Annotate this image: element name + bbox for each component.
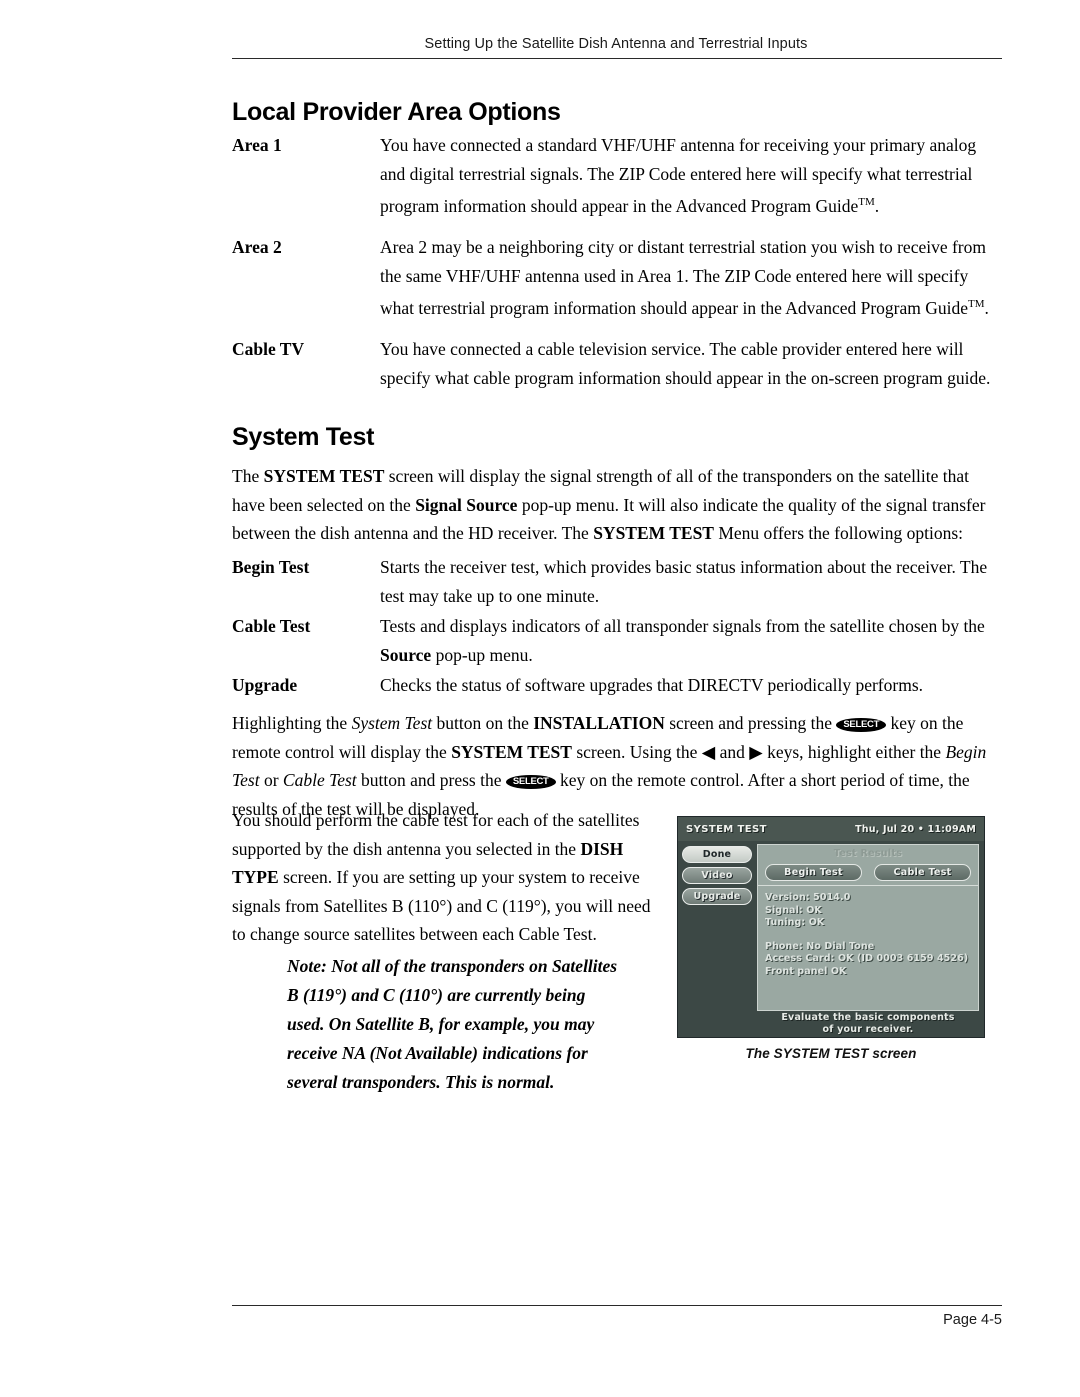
description-area-2-text: Area 2 may be a neighboring city or dist… [380,237,986,318]
description-area-1-tail: . [874,195,880,216]
intro-text-1: The [232,466,264,486]
instr-bold-system-test: SYSTEM TEST [451,741,572,762]
note-line-2: B (119°) and C (110°) are currently bein… [287,981,665,1010]
term-upgrade: Upgrade [232,675,298,695]
note-line-2-text: B (119°) and C (110°) are currently bein… [287,985,586,1005]
definition-row-area-2: Area 2 Area 2 may be a neighboring city … [232,233,1000,322]
tv-tab-begin-test[interactable]: Begin Test [765,864,862,881]
tv-nav-button-done[interactable]: Done [682,846,752,863]
definition-row-area-1: Area 1 You have connected a standard VHF… [232,131,1000,220]
tv-panel-tabs: Begin Test Cable Test [758,864,978,885]
term-cable-tv: Cable TV [232,339,305,359]
intro-bold-system-test-1: SYSTEM TEST [263,466,385,486]
description-upgrade: Checks the status of software upgrades t… [380,675,924,695]
note-line-5: several transponders. This is normal. [287,1072,555,1092]
select-key-badge-1: SELECT [836,718,887,732]
instr-text-8: or [259,770,283,790]
tv-nav-button-upgrade[interactable]: Upgrade [682,888,752,905]
trademark-symbol-area-1: TM [858,196,875,208]
tv-result-front-panel: Front panel OK [765,965,847,977]
arrow-left-icon: ◀ [701,741,716,762]
cable-test-text-2: pop-up menu. [431,644,533,665]
tv-result-tuning: Tuning: OK [765,917,825,928]
section-title-local-provider: Local Provider Area Options [232,98,561,126]
note-line-3-text: used. On Satellite B, for example, you m… [287,1014,595,1034]
instr-text-9: button and press the [356,770,506,790]
footer-divider [232,1305,1002,1306]
cable-test-text-1: Tests and displays indicators of all tra… [380,616,985,636]
tv-result-version: Version: 5014.0 [765,892,851,903]
description-area-2-tail: . [984,297,989,318]
instr-text-2: button on the [432,713,534,733]
tv-result-spacer [765,930,978,941]
description-area-2: Area 2 may be a neighboring city or dist… [380,233,1000,322]
description-begin-test: Starts the receiver test, which provides… [380,557,988,606]
advice-text-2: screen. If you are setting up your syste… [232,867,651,944]
instr-text-3: screen and pressing the [664,713,837,733]
tv-screen: SYSTEM TEST Thu, Jul 20 • 11:09AM Done V… [677,816,985,1038]
section-title-system-test: System Test [232,423,375,451]
term-area-1: Area 1 [232,135,282,155]
document-page: Setting Up the Satellite Dish Antenna an… [0,0,1080,1397]
instr-italic-cable-test: Cable Test [282,770,357,790]
note-line-3: used. On Satellite B, for example, you m… [287,1010,665,1039]
description-area-1-text: You have connected a standard VHF/UHF an… [380,135,977,216]
tv-result-phone: Phone: No Dial Tone [765,940,875,952]
tv-body: Done Video Upgrade Test Results Begin Te… [678,841,984,1037]
note-line-4: receive NA (Not Available) indications f… [287,1039,665,1068]
term-area-2: Area 2 [232,237,282,257]
definition-row-cable-tv: Cable TV You have connected a cable tele… [232,335,1000,392]
tv-left-nav: Done Video Upgrade [682,846,752,909]
note-line-1-text: Note: Not all of the transponders on Sat… [287,956,618,976]
instr-text-6: and [715,741,750,762]
system-test-figure: SYSTEM TEST Thu, Jul 20 • 11:09AM Done V… [677,816,985,1061]
select-key-badge-2: SELECT [505,775,556,789]
system-test-intro-paragraph: The SYSTEM TEST screen will display the … [232,462,1004,548]
tv-result-signal: Signal: OK [765,904,822,916]
description-cable-tv: You have connected a cable television se… [380,339,991,388]
instr-text-7: keys, highlight either the [762,741,946,762]
definition-row-upgrade: Upgrade Checks the status of software up… [232,671,1000,700]
instr-italic-system-test: System Test [351,713,433,733]
intro-bold-system-test-2: SYSTEM TEST [593,523,714,543]
cable-test-advice-paragraph: You should perform the cable test for ea… [232,806,652,949]
tv-footer-line-1: Evaluate the basic components [781,1012,955,1023]
term-begin-test: Begin Test [232,557,310,577]
tv-screen-title: SYSTEM TEST [686,823,767,835]
note-line-1: Note: Not all of the transponders on Sat… [287,952,665,981]
instr-text-5: screen. Using the [571,741,702,762]
tv-result-access-card: Access Card: OK (ID 0003 6159 4526) [765,953,969,964]
intro-text-4: Menu offers the following options: [713,523,964,543]
tv-tab-cable-test[interactable]: Cable Test [874,864,971,881]
trademark-symbol-area-2: TM [968,298,985,310]
figure-caption: The SYSTEM TEST screen [745,1046,917,1061]
tv-clock: Thu, Jul 20 • 11:09AM [855,823,976,835]
tv-footer-line-2: of your receiver. [822,1023,914,1035]
note-line-4-text: receive NA (Not Available) indications f… [287,1043,588,1063]
description-cable-test: Tests and displays indicators of all tra… [380,612,1000,669]
tv-results-text: Version: 5014.0 Signal: OK Tuning: OK Ph… [758,886,978,978]
tv-footer-hint: Evaluate the basic components of your re… [757,1011,979,1036]
description-area-1: You have connected a standard VHF/UHF an… [380,131,1000,220]
definition-row-cable-test: Cable Test Tests and displays indicators… [232,612,1000,669]
arrow-right-icon: ▶ [749,741,763,762]
tv-results-panel: Test Results Begin Test Cable Test Versi… [757,844,979,1011]
page-number: Page 4-5 [943,1312,1002,1328]
tv-panel-header: Test Results [758,845,978,864]
tv-nav-button-video[interactable]: Video [682,867,752,884]
cable-test-bold-source: Source [380,644,432,665]
tv-panel-title: Test Results [833,848,903,859]
note-paragraph: Note: Not all of the transponders on Sat… [287,952,665,1097]
instr-bold-installation: INSTALLATION [533,713,665,733]
definition-row-begin-test: Begin Test Starts the receiver test, whi… [232,553,1000,610]
intro-bold-signal-source: Signal Source [415,494,518,515]
running-header: Setting Up the Satellite Dish Antenna an… [424,36,808,52]
advice-text-1: You should perform the cable test for ea… [232,810,640,859]
tv-top-bar: SYSTEM TEST Thu, Jul 20 • 11:09AM [678,817,984,841]
instr-text-1: Highlighting the [232,713,352,733]
term-cable-test: Cable Test [232,616,311,636]
header-divider [232,58,1002,59]
